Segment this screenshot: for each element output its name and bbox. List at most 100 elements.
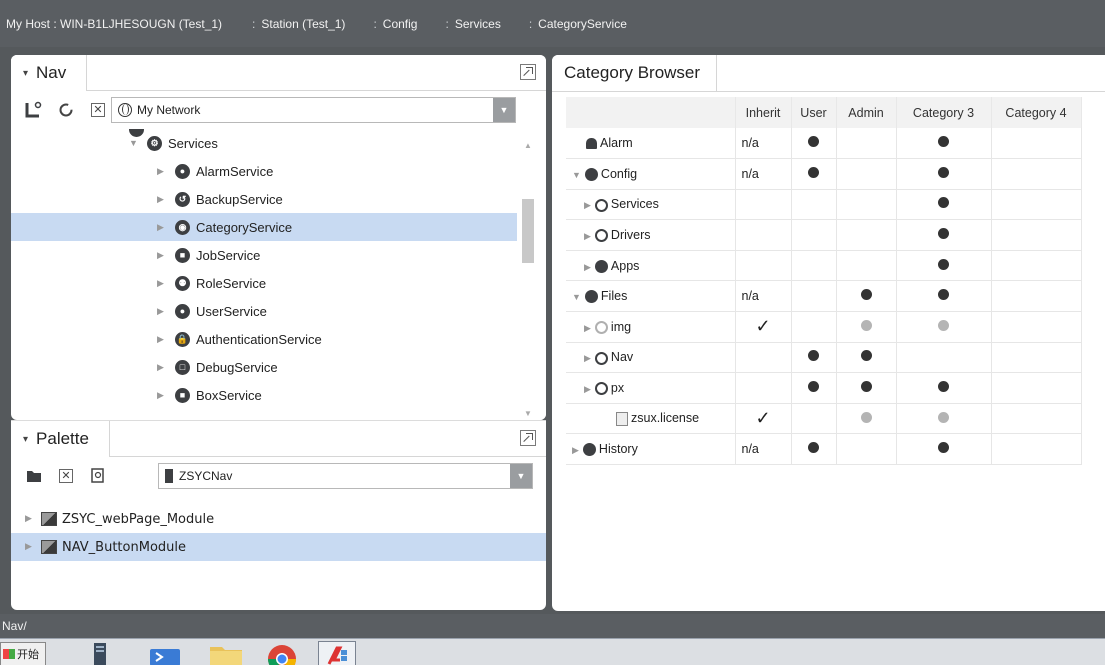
tree-item-authenticationservice[interactable]: ▶ 🔒 AuthenticationService <box>11 325 517 353</box>
close-icon[interactable]: ✕ <box>87 99 109 121</box>
category-cell[interactable] <box>991 372 1082 404</box>
table-row[interactable]: ▶ Nav <box>566 342 1082 374</box>
category-cell[interactable] <box>896 372 992 404</box>
breadcrumb-item[interactable]: : CategoryService <box>529 17 627 31</box>
inherit-cell[interactable] <box>735 219 792 251</box>
inherit-cell[interactable]: ✓ <box>735 403 792 435</box>
nav-scrollbar[interactable]: ▲ ▼ <box>517 129 546 420</box>
table-row[interactable]: ▶ History n/a <box>566 433 1082 466</box>
tree-item-roleservice[interactable]: ▶ ⚉ RoleService <box>11 269 517 297</box>
category-cell[interactable] <box>836 311 897 343</box>
tree-item-backupservice[interactable]: ▶ ↺ BackupService <box>11 185 517 213</box>
tree-item-userservice[interactable]: ▶ ● UserService <box>11 297 517 325</box>
category-cell[interactable] <box>991 189 1082 221</box>
tree-item-boxservice[interactable]: ▶ ■ BoxService <box>11 381 517 409</box>
tree-item-categoryservice[interactable]: ▶ ◉ CategoryService <box>11 213 517 241</box>
category-cell[interactable] <box>836 128 897 160</box>
breadcrumb-item[interactable]: My Host : WIN-B1LJHESOUGN (Test_1) <box>6 17 222 31</box>
category-cell[interactable] <box>991 250 1082 282</box>
column-header[interactable]: User <box>791 97 837 128</box>
category-cell[interactable] <box>791 250 837 282</box>
category-cell[interactable] <box>791 189 837 221</box>
inherit-cell[interactable]: n/a <box>735 158 792 190</box>
inherit-cell[interactable] <box>735 342 792 374</box>
expanded-triangle-icon[interactable]: ▼ <box>572 170 581 180</box>
scroll-up-icon[interactable]: ▲ <box>522 141 534 150</box>
table-row[interactable]: ▶ Apps <box>566 250 1082 282</box>
category-cell[interactable] <box>991 433 1082 466</box>
collapsed-triangle-icon[interactable]: ▶ <box>584 353 591 363</box>
niagara-workbench-icon[interactable] <box>318 641 356 665</box>
category-cell[interactable] <box>991 311 1082 343</box>
maximize-icon[interactable] <box>520 430 536 446</box>
category-cell[interactable] <box>896 189 992 221</box>
column-header[interactable]: Category 4 <box>991 97 1082 128</box>
category-cell[interactable] <box>896 250 992 282</box>
collapsed-triangle-icon[interactable]: ▶ <box>157 390 165 401</box>
collapsed-triangle-icon[interactable]: ▶ <box>157 250 165 261</box>
expanded-triangle-icon[interactable]: ▼ <box>129 138 138 148</box>
folder-icon[interactable] <box>23 465 45 487</box>
category-cell[interactable] <box>991 280 1082 313</box>
category-cell[interactable] <box>836 280 897 313</box>
chevron-down-icon[interactable]: ▼ <box>493 98 515 122</box>
expanded-triangle-icon[interactable]: ▼ <box>572 292 581 302</box>
palette-item[interactable]: ▶ ZSYC_webPage_Module <box>11 505 546 533</box>
collapsed-triangle-icon[interactable]: ▶ <box>584 384 591 394</box>
collapse-caret-icon[interactable]: ▾ <box>23 68 28 79</box>
nav-home-icon[interactable] <box>23 99 45 121</box>
category-browser-tab[interactable]: Category Browser <box>552 55 718 91</box>
category-cell[interactable] <box>791 342 837 374</box>
collapsed-triangle-icon[interactable]: ▶ <box>584 200 591 210</box>
category-cell[interactable] <box>896 433 992 466</box>
category-cell[interactable] <box>836 403 897 435</box>
category-cell[interactable] <box>836 250 897 282</box>
start-button[interactable]: 开始 <box>0 642 46 665</box>
server-manager-icon[interactable] <box>86 641 124 665</box>
category-cell[interactable] <box>991 219 1082 251</box>
category-cell[interactable] <box>991 342 1082 374</box>
inherit-cell[interactable] <box>735 372 792 404</box>
category-cell[interactable] <box>791 280 837 313</box>
tree-item-jobservice[interactable]: ▶ ■ JobService <box>11 241 517 269</box>
inherit-cell[interactable]: n/a <box>735 433 792 466</box>
category-cell[interactable] <box>791 128 837 160</box>
table-row[interactable]: ▼ Files n/a <box>566 280 1082 313</box>
category-cell[interactable] <box>791 219 837 251</box>
category-cell[interactable] <box>791 158 837 190</box>
collapsed-triangle-icon[interactable]: ▶ <box>157 334 165 345</box>
category-cell[interactable] <box>836 433 897 466</box>
category-cell[interactable] <box>836 158 897 190</box>
collapsed-triangle-icon[interactable]: ▶ <box>157 166 165 177</box>
column-header[interactable]: Admin <box>836 97 897 128</box>
collapsed-triangle-icon[interactable]: ▶ <box>584 231 591 241</box>
table-row[interactable]: Alarm n/a <box>566 128 1082 160</box>
category-cell[interactable] <box>896 219 992 251</box>
inherit-cell[interactable]: n/a <box>735 280 792 313</box>
collapsed-triangle-icon[interactable]: ▶ <box>157 278 165 289</box>
table-row[interactable]: ▶ Services <box>566 189 1082 221</box>
category-cell[interactable] <box>836 372 897 404</box>
category-cell[interactable] <box>836 189 897 221</box>
scroll-thumb[interactable] <box>522 199 534 263</box>
category-cell[interactable] <box>791 433 837 466</box>
collapsed-triangle-icon[interactable]: ▶ <box>157 362 165 373</box>
palette-tab[interactable]: ▾ Palette <box>11 421 110 457</box>
category-cell[interactable] <box>896 158 992 190</box>
breadcrumb-item[interactable]: : Services <box>445 17 500 31</box>
table-row[interactable]: ▶ Drivers <box>566 219 1082 251</box>
category-cell[interactable] <box>791 403 837 435</box>
category-cell[interactable] <box>791 372 837 404</box>
category-cell[interactable] <box>991 158 1082 190</box>
category-cell[interactable] <box>896 128 992 160</box>
nav-tab[interactable]: ▾ Nav <box>11 55 88 91</box>
refresh-icon[interactable] <box>55 99 77 121</box>
column-header[interactable]: Inherit <box>735 97 792 128</box>
chevron-down-icon[interactable]: ▼ <box>510 464 532 488</box>
category-cell[interactable] <box>991 403 1082 435</box>
collapsed-triangle-icon[interactable]: ▶ <box>584 262 591 272</box>
file-explorer-icon[interactable] <box>208 641 246 665</box>
column-header[interactable]: Category 3 <box>896 97 992 128</box>
breadcrumb-item[interactable]: : Station (Test_1) <box>252 17 345 31</box>
tree-item-debugservice[interactable]: ▶ □ DebugService <box>11 353 517 381</box>
